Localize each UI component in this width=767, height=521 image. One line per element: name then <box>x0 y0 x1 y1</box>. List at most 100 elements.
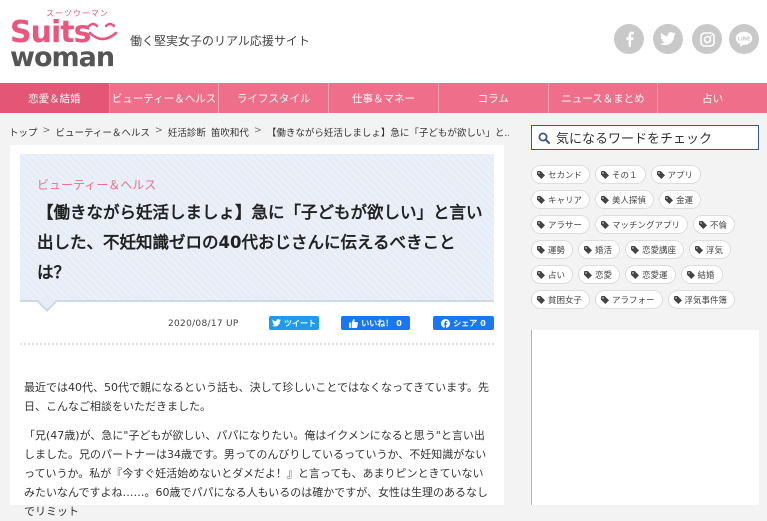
tag-pill[interactable]: 浮気事件簿 <box>667 290 736 309</box>
facebook-icon <box>441 318 451 328</box>
tag-icon <box>537 195 545 204</box>
nav-item-love-marriage[interactable]: 恋愛＆結婚 <box>0 83 110 113</box>
twitter-icon[interactable] <box>653 24 683 54</box>
breadcrumb-current: 【働きながら妊活しましょ】急に「子どもが欲しい」と... <box>266 128 509 139</box>
like-label: いいね！ <box>361 318 394 328</box>
facebook-like-button[interactable]: いいね！ 0 <box>341 316 410 330</box>
tag-pill[interactable]: 不倫 <box>693 215 736 234</box>
tag-pill[interactable]: アラフォー <box>595 290 663 309</box>
tag-icon <box>699 220 708 229</box>
tweet-button[interactable]: ツイート <box>269 316 319 330</box>
tag-pill[interactable]: 結婚 <box>680 265 723 284</box>
tag-icon <box>537 270 545 279</box>
header-notch <box>37 292 57 312</box>
tag-pill[interactable]: その１ <box>595 165 646 184</box>
breadcrumb-series[interactable]: 妊活診断 <box>168 125 206 139</box>
ad-area <box>531 330 759 505</box>
nav-item-news[interactable]: ニュース＆まとめ <box>549 83 659 113</box>
tag-pill[interactable]: 婚活 <box>578 240 621 259</box>
article-paragraph: 「兄(47歳)が、急に"子どもが欲しい、パパになりたい。俺はイクメンになると思う… <box>24 429 489 518</box>
tag-pill[interactable]: アラサー <box>531 215 591 234</box>
share-label: シェア <box>453 318 478 328</box>
nav-item-column[interactable]: コラム <box>439 83 549 113</box>
tag-label: セカンド <box>548 170 583 181</box>
tag-icon <box>584 245 593 254</box>
tag-pill[interactable]: 貧困女子 <box>531 290 591 309</box>
keyword-search[interactable]: 気になるワードをチェック <box>531 125 759 150</box>
tag-icon <box>686 270 695 279</box>
article-title: 【働きながら妊活しましょ】急に「子どもが欲しい」と言い出した、不妊知識ゼロの40… <box>37 203 483 282</box>
tag-label: 金運 <box>676 195 694 206</box>
instagram-icon[interactable] <box>692 24 722 54</box>
tag-label: 浮気事件簿 <box>684 295 728 306</box>
tag-label: マッチングアプリ <box>612 220 681 231</box>
tag-icon <box>673 295 682 304</box>
tag-icon <box>665 195 674 204</box>
site-tagline: 働く堅実女子のリアル応援サイト <box>130 34 310 48</box>
tag-label: 恋愛 <box>595 270 613 281</box>
tag-pill[interactable]: 恋愛講座 <box>625 240 685 259</box>
breadcrumb-author[interactable]: 笛吹和代 <box>211 125 249 139</box>
publish-date: 2020/08/17 UP <box>168 319 239 329</box>
nav-item-lifestyle[interactable]: ライフスタイル <box>219 83 330 113</box>
tag-icon <box>631 245 640 254</box>
tag-icon <box>601 195 610 204</box>
thumbs-up-icon <box>349 318 359 328</box>
tag-pill[interactable]: 恋愛 <box>578 265 621 284</box>
breadcrumb-top[interactable]: トップ <box>9 125 38 139</box>
tag-icon <box>584 270 593 279</box>
tag-label: 美人探偵 <box>612 195 647 206</box>
tag-label: 浮気 <box>706 245 724 256</box>
tag-cloud: セカンド その１ アプリ キャリア 美人探偵 金運 アラサー マッチングアプリ 不倫 運勢 婚活 恋愛… <box>531 165 761 309</box>
breadcrumb: トップ > ビューティー＆ヘルス > 妊活診断 笛吹和代 > 【働きながら妊活し… <box>9 125 509 139</box>
tag-label: 貧困女子 <box>548 295 583 306</box>
line-icon[interactable]: LINE <box>729 24 759 54</box>
tag-label: キャリア <box>548 195 583 206</box>
breadcrumb-category[interactable]: ビューティー＆ヘルス <box>55 125 149 139</box>
site-logo[interactable]: スーツウーマン Suits woman <box>10 8 120 72</box>
article-divider <box>20 343 494 345</box>
tag-pill[interactable]: 占い <box>531 265 574 284</box>
tag-pill[interactable]: 恋愛運 <box>625 265 676 284</box>
svg-text:LINE: LINE <box>738 36 751 42</box>
tag-pill[interactable]: アプリ <box>650 165 702 184</box>
tag-label: アラサー <box>548 220 583 231</box>
article-category[interactable]: ビューティー＆ヘルス <box>37 176 156 193</box>
date-suffix: UP <box>226 319 239 329</box>
breadcrumb-separator: > <box>253 125 262 136</box>
facebook-share-button[interactable]: シェア 0 <box>433 316 494 330</box>
tag-icon <box>601 170 610 179</box>
search-input[interactable]: 気になるワードをチェック <box>556 128 712 147</box>
tag-pill[interactable]: 金運 <box>659 190 702 209</box>
tag-icon <box>631 270 640 279</box>
tag-label: 運勢 <box>548 245 566 256</box>
nav-item-fortune[interactable]: 占い <box>658 83 767 113</box>
facebook-icon[interactable] <box>614 24 644 54</box>
tag-icon <box>601 295 610 304</box>
nav-item-work-money[interactable]: 仕事＆マネー <box>329 83 439 113</box>
article-card: ビューティー＆ヘルス 【働きながら妊活しましょ】急に「子どもが欲しい」と言い出し… <box>10 145 504 518</box>
article-paragraph: 最近では40代、50代で親になるという話も、決して珍しいことではなくなってきてい… <box>24 381 490 413</box>
date-value: 2020/08/17 <box>168 319 223 329</box>
breadcrumb-separator: > <box>42 125 51 136</box>
nav-item-beauty-health[interactable]: ビューティー＆ヘルス <box>110 83 220 113</box>
tag-icon <box>695 245 704 254</box>
tag-label: アプリ <box>667 170 694 181</box>
tag-pill[interactable]: 浮気 <box>689 240 732 259</box>
like-count: 0 <box>396 318 402 328</box>
article-header: ビューティー＆ヘルス 【働きながら妊活しましょ】急に「子どもが欲しい」と言い出し… <box>20 154 494 312</box>
tag-label: その１ <box>612 170 638 181</box>
logo-woman-text: woman <box>10 42 115 73</box>
tag-pill[interactable]: キャリア <box>531 190 591 209</box>
tweet-label: ツイート <box>284 318 316 328</box>
main-nav: 恋愛＆結婚 ビューティー＆ヘルス ライフスタイル 仕事＆マネー コラム ニュース… <box>0 83 767 113</box>
tag-pill[interactable]: 美人探偵 <box>595 190 655 209</box>
tag-pill[interactable]: マッチングアプリ <box>595 215 689 234</box>
site-header: スーツウーマン Suits woman 働く堅実女子のリアル応援サイト LINE <box>0 0 767 83</box>
tag-pill[interactable]: 運勢 <box>531 240 574 259</box>
breadcrumb-separator: > <box>154 125 163 136</box>
tag-pill[interactable]: セカンド <box>531 165 591 184</box>
tag-icon <box>601 220 610 229</box>
tag-icon <box>537 220 545 229</box>
tag-label: 結婚 <box>697 270 715 281</box>
